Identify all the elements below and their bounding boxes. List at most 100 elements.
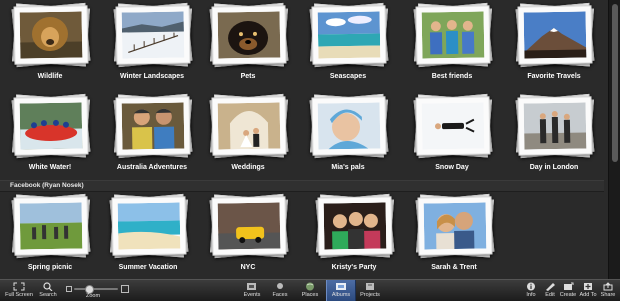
album-thumbnail-stack	[416, 97, 488, 157]
album-thumbnail-stack	[312, 97, 384, 157]
events-label: Events	[240, 292, 264, 298]
sea-photo	[318, 11, 381, 58]
zoom-minus-icon	[66, 286, 72, 292]
album-label: Kristy's Party	[304, 264, 404, 271]
album-snow-day[interactable]: Snow Day	[402, 93, 502, 183]
album-thumbnail-stack	[318, 197, 390, 257]
mountain-photo	[524, 11, 587, 58]
info-label: Info	[522, 292, 540, 298]
search-label: Search	[36, 292, 60, 298]
share-icon	[602, 282, 614, 291]
album-thumbnail-stack	[14, 97, 86, 157]
create-label: Create	[559, 292, 577, 298]
album-label: NYC	[198, 264, 298, 271]
album-thumbnail-stack	[14, 6, 86, 66]
projects-label: Projects	[358, 292, 382, 298]
projects-icon	[364, 282, 376, 291]
album-kristys-party[interactable]: Kristy's Party	[304, 193, 404, 279]
raft-photo	[20, 102, 83, 149]
places-label: Places	[298, 292, 322, 298]
share-button[interactable]: Share	[598, 280, 618, 301]
album-label: Sarah & Trent	[404, 264, 504, 271]
taxi-photo	[218, 202, 281, 249]
album-thumbnail-stack	[518, 97, 590, 157]
section-header: Facebook (Ryan Nosek)	[0, 180, 604, 192]
album-seascapes[interactable]: Seascapes	[298, 2, 398, 92]
album-thumbnail-stack	[212, 97, 284, 157]
friends-photo	[422, 11, 485, 58]
full-screen-button[interactable]: Full Screen	[2, 280, 36, 301]
search-button[interactable]: Search	[36, 280, 60, 301]
dog-photo	[218, 11, 281, 58]
edit-label: Edit	[541, 292, 559, 298]
album-label: Mia's pals	[298, 164, 398, 171]
events-button[interactable]: Events	[240, 280, 264, 301]
add-to-button[interactable]: Add To	[577, 280, 599, 301]
album-row: White Water! Australia Adventures	[0, 93, 608, 183]
album-summer-vacation[interactable]: Summer Vacation	[98, 193, 198, 279]
albums-label: Albums	[327, 292, 355, 298]
create-icon	[562, 282, 574, 291]
edit-button[interactable]: Edit	[541, 280, 559, 301]
album-day-in-london[interactable]: Day in London	[504, 93, 604, 183]
album-row: Wildlife	[0, 2, 608, 92]
albums-button[interactable]: Albums	[326, 280, 356, 301]
album-thumbnail-stack	[212, 6, 284, 66]
album-nyc[interactable]: NYC	[198, 193, 298, 279]
album-label: Spring picnic	[0, 264, 100, 271]
add-to-label: Add To	[577, 292, 599, 298]
info-button[interactable]: Info	[522, 280, 540, 301]
album-label: White Water!	[0, 164, 100, 171]
album-label: Seascapes	[298, 73, 398, 80]
album-label: Australia Adventures	[102, 164, 202, 171]
album-label: Winter Landscapes	[102, 73, 202, 80]
faces-label: Faces	[268, 292, 292, 298]
album-label: Pets	[198, 73, 298, 80]
album-mias-pals[interactable]: Mia's pals	[298, 93, 398, 183]
album-spring-picnic[interactable]: Spring picnic	[0, 193, 100, 279]
album-pets[interactable]: Pets	[198, 2, 298, 92]
create-button[interactable]: Create	[559, 280, 577, 301]
events-icon	[246, 282, 258, 291]
vertical-scrollbar[interactable]	[608, 0, 620, 279]
kids-photo	[122, 102, 185, 149]
album-row: Spring picnic Summer Vacation	[0, 193, 608, 279]
album-best-friends[interactable]: Best friends	[402, 2, 502, 92]
zoom-plus-icon	[121, 285, 129, 293]
zoom-slider[interactable]	[74, 288, 118, 290]
search-icon	[42, 282, 54, 291]
faces-button[interactable]: Faces	[268, 280, 292, 301]
album-wildlife[interactable]: Wildlife	[0, 2, 100, 92]
zoom-label: Zoom	[86, 293, 100, 299]
london-photo	[524, 102, 587, 149]
edit-icon	[544, 282, 556, 291]
album-australia-adventures[interactable]: Australia Adventures	[102, 93, 202, 183]
album-label: Summer Vacation	[98, 264, 198, 271]
album-label: Weddings	[198, 164, 298, 171]
album-thumbnail-stack	[416, 6, 488, 66]
album-thumbnail-stack	[418, 197, 490, 257]
album-thumbnail-stack	[14, 197, 86, 257]
album-white-water[interactable]: White Water!	[0, 93, 100, 183]
share-label: Share	[598, 292, 618, 298]
couple-photo	[424, 202, 487, 249]
album-label: Wildlife	[0, 73, 100, 80]
girl-photo	[318, 102, 381, 149]
info-icon	[525, 282, 537, 291]
album-thumbnail-stack	[112, 197, 184, 257]
album-label: Best friends	[402, 73, 502, 80]
projects-button[interactable]: Projects	[358, 280, 382, 301]
album-sarah-and-trent[interactable]: Sarah & Trent	[404, 193, 504, 279]
album-favorite-travels[interactable]: Favorite Travels	[504, 2, 604, 92]
party-photo	[324, 202, 387, 249]
scrollbar-thumb[interactable]	[612, 4, 618, 162]
places-button[interactable]: Places	[298, 280, 322, 301]
full-screen-icon	[13, 282, 25, 291]
picnic-photo	[20, 202, 83, 249]
album-thumbnail-stack	[518, 6, 590, 66]
album-winter-landscapes[interactable]: Winter Landscapes	[102, 2, 202, 92]
album-weddings[interactable]: Weddings	[198, 93, 298, 183]
albums-icon	[335, 282, 347, 291]
album-label: Day in London	[504, 164, 604, 171]
faces-icon	[274, 282, 286, 291]
